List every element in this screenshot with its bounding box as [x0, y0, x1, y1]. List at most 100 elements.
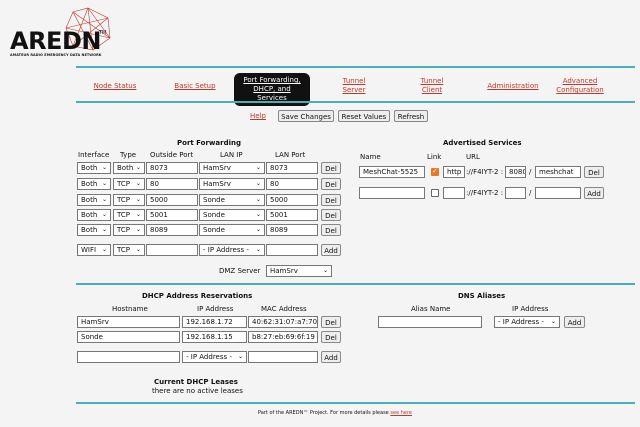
nav-administration[interactable]: Administration [484, 82, 542, 91]
chevron-down-icon: ⌄ [101, 164, 107, 171]
chevron-down-icon: ⌄ [237, 353, 243, 360]
pf-outside-port-input[interactable]: 5001 [146, 209, 198, 221]
as-path-input[interactable]: meshchat [535, 166, 581, 178]
pf-lan-port-input[interactable]: 5001 [266, 209, 318, 221]
as-name-input[interactable] [359, 187, 425, 199]
dmz-server-select[interactable]: HamSrv ⌄ [266, 265, 332, 277]
chevron-down-icon: ⌄ [101, 226, 107, 233]
dhcp-ip-input[interactable]: 192.168.1.72 [182, 316, 247, 328]
as-host-label: ://F4IYT-2 : [466, 189, 504, 197]
footer-link[interactable]: see here [390, 410, 412, 416]
pf-lan-port-input[interactable]: 8073 [266, 162, 318, 174]
as-del-button[interactable]: Del [584, 166, 604, 178]
refresh-button[interactable]: Refresh [394, 110, 428, 122]
pf-new-type-select[interactable]: TCP ⌄ [113, 244, 145, 256]
pf-type-select-value: Both [117, 164, 134, 172]
pf-header-outside: Outside Port [150, 151, 194, 159]
top-rule [76, 66, 635, 68]
pf-lan-ip-select[interactable]: HamSrv ⌄ [199, 178, 265, 190]
nav-tunnel-client-line1: Tunnel [420, 77, 444, 85]
pf-new-interface-select[interactable]: WIFI ⌄ [77, 244, 111, 256]
nav-node-status[interactable]: Node Status [92, 82, 138, 91]
as-path-input[interactable] [535, 187, 581, 199]
chevron-down-icon: ⌄ [101, 196, 107, 203]
pf-interface-select[interactable]: Both ⌄ [77, 178, 111, 190]
pf-lan-port-input[interactable]: 5000 [266, 194, 318, 206]
as-link-checkbox[interactable] [431, 167, 439, 176]
dhcp-ip-input[interactable]: 192.168.1.15 [182, 331, 247, 343]
nav-advanced-configuration[interactable]: Advanced Configuration [554, 77, 606, 95]
pf-new-lan-port-input[interactable] [266, 244, 318, 256]
pf-add-button[interactable]: Add [321, 244, 341, 256]
pf-interface-select-value: Both [81, 211, 98, 219]
dns-add-button[interactable]: Add [564, 316, 585, 328]
chevron-down-icon: ⌄ [135, 196, 141, 203]
pf-lan-ip-select[interactable]: Sonde ⌄ [199, 209, 265, 221]
pf-new-lan-ip-select-value: - IP Address - [203, 246, 249, 254]
pf-interface-select[interactable]: Both ⌄ [77, 209, 111, 221]
pf-outside-port-input[interactable]: 5000 [146, 194, 198, 206]
as-protocol-input[interactable] [443, 187, 465, 199]
dhcp-new-mac-input[interactable] [248, 351, 318, 363]
nav-tunnel-server[interactable]: Tunnel Server [336, 77, 372, 95]
dhcp-new-hostname-input[interactable] [77, 351, 180, 363]
pf-interface-select[interactable]: Both ⌄ [77, 224, 111, 236]
pf-interface-select[interactable]: Both ⌄ [77, 162, 111, 174]
pf-lan-ip-select[interactable]: HamSrv ⌄ [199, 162, 265, 174]
pf-type-select[interactable]: TCP ⌄ [113, 224, 145, 236]
pf-new-outside-port-input[interactable] [146, 244, 198, 256]
dhcp-mac-input[interactable]: 40:62:31:07:a7:70 [248, 316, 318, 328]
chevron-down-icon: ⌄ [135, 164, 141, 171]
chevron-down-icon: ⌄ [255, 226, 261, 233]
pf-lan-port-input[interactable]: 8089 [266, 224, 318, 236]
dhcp-mac-input[interactable]: b8:27:eb:69:6f:19 [248, 331, 318, 343]
dhcp-hostname-input[interactable]: HamSrv [77, 316, 180, 328]
pf-lan-ip-select[interactable]: Sonde ⌄ [199, 224, 265, 236]
pf-lan-ip-select-value: HamSrv [203, 180, 231, 188]
reset-values-button[interactable]: Reset Values [338, 110, 390, 122]
dhcp-hostname-input[interactable]: Sonde [77, 331, 180, 343]
advertised-services-title: Advertised Services [443, 139, 522, 147]
pf-del-button[interactable]: Del [321, 178, 341, 190]
as-host-label: ://F4IYT-2 : [466, 168, 504, 176]
pf-lan-ip-select[interactable]: Sonde ⌄ [199, 194, 265, 206]
dns-ip-select[interactable]: - IP Address - ⌄ [494, 316, 560, 328]
dhcp-new-ip-select[interactable]: - IP Address - ⌄ [182, 351, 247, 363]
as-path-separator: / [529, 189, 532, 197]
chevron-down-icon: ⌄ [322, 267, 328, 274]
pf-new-lan-ip-select[interactable]: - IP Address - ⌄ [199, 244, 265, 256]
dns-alias-input[interactable] [378, 316, 482, 328]
as-link-checkbox[interactable] [431, 189, 439, 197]
pf-outside-port-input[interactable]: 8089 [146, 224, 198, 236]
as-port-input[interactable] [505, 187, 526, 199]
as-port-input[interactable]: 8080 [505, 166, 526, 178]
logo-tagline: AMATEUR RADIO EMERGENCY DATA NETWORK [10, 53, 102, 57]
dhcp-leases-text: there are no active leases [152, 387, 243, 395]
chevron-down-icon: ⌄ [255, 180, 261, 187]
pf-interface-select[interactable]: Both ⌄ [77, 194, 111, 206]
pf-del-button[interactable]: Del [321, 224, 341, 236]
nav-tunnel-client[interactable]: Tunnel Client [414, 77, 450, 95]
pf-type-select[interactable]: TCP ⌄ [113, 209, 145, 221]
as-name-input[interactable]: MeshChat-5525 [359, 166, 425, 178]
pf-type-select[interactable]: TCP ⌄ [113, 194, 145, 206]
save-changes-button[interactable]: Save Changes [278, 110, 334, 122]
pf-type-select-value: TCP [117, 196, 130, 204]
dhcp-del-button[interactable]: Del [321, 331, 341, 343]
pf-type-select[interactable]: Both ⌄ [113, 162, 145, 174]
pf-type-select[interactable]: TCP ⌄ [113, 178, 145, 190]
pf-outside-port-input[interactable]: 80 [146, 178, 198, 190]
help-link[interactable]: Help [250, 112, 266, 120]
as-header-link: Link [427, 153, 442, 161]
nav-basic-setup[interactable]: Basic Setup [172, 82, 218, 91]
pf-lan-port-input[interactable]: 80 [266, 178, 318, 190]
dhcp-del-button[interactable]: Del [321, 316, 341, 328]
pf-del-button[interactable]: Del [321, 194, 341, 206]
as-protocol-input[interactable]: http [443, 166, 465, 178]
as-header-url: URL [466, 153, 480, 161]
pf-outside-port-input[interactable]: 8073 [146, 162, 198, 174]
pf-del-button[interactable]: Del [321, 209, 341, 221]
as-add-button[interactable]: Add [584, 187, 604, 199]
dhcp-add-button[interactable]: Add [321, 351, 341, 363]
pf-del-button[interactable]: Del [321, 162, 341, 174]
